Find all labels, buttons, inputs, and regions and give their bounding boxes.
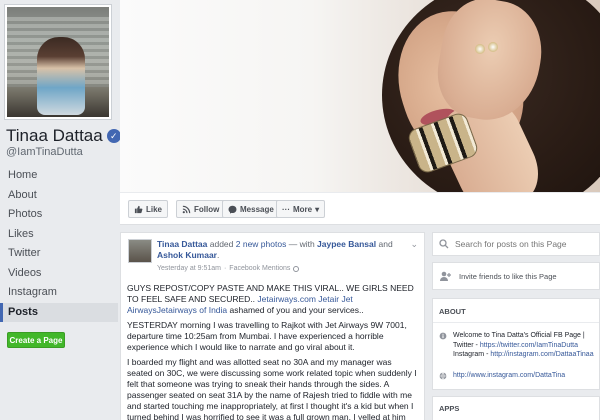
more-button[interactable]: ··· More ▾ [276,200,326,218]
page-nav: Home About Photos Likes Twitter Videos I… [0,166,118,322]
post-card: Tinaa Dattaa added 2 new photos — with J… [120,232,425,420]
nav-item-photos[interactable]: Photos [0,205,118,225]
invite-label: Invite friends to like this Page [459,271,557,281]
dots-icon: ··· [282,204,290,214]
follow-button[interactable]: Follow [176,200,226,218]
post-timestamp[interactable]: Yesterday at 9:51am [157,265,221,272]
apps-box: APPS [432,396,600,420]
post-header-text: — with [286,239,318,249]
about-text-part: Instagram - [453,351,491,358]
post-photos-link[interactable]: 2 new photos [236,239,287,249]
post-header: Tinaa Dattaa added 2 new photos — with J… [157,239,419,261]
about-website-row: http://www.instagram.com/DattaTina [439,371,599,381]
profile-photo-image [7,7,109,117]
profile-picture[interactable] [4,4,112,120]
message-label: Message [240,204,274,214]
nav-item-twitter[interactable]: Twitter [0,244,118,264]
post-paragraph: GUYS REPOST/COPY PASTE AND MAKE THIS VIR… [127,283,419,316]
thumbs-up-icon [134,205,143,213]
about-twitter-link[interactable]: https://twitter.com/IamTinaDutta [480,342,578,349]
nav-item-instagram[interactable]: Instagram [0,283,118,303]
search-icon [439,239,449,249]
like-button[interactable]: Like [128,200,169,218]
cover-ring-shape [488,42,498,52]
post-text: ashamed of you and your services.. [227,305,364,315]
post-search-box [432,232,600,256]
post-paragraph: YESTERDAY morning I was travelling to Ra… [127,320,407,352]
post-paragraph: I boarded my flight and was allotted sea… [127,357,417,420]
page-username[interactable]: @IamTinaDutta [6,146,83,158]
chevron-down-icon: ▾ [315,204,320,214]
about-box: ABOUT Welcome to Tina Datta's Official F… [432,298,600,390]
post-header-text: . [217,250,220,260]
page-title[interactable]: Tinaa Dattaa ✓ [6,126,121,146]
like-label: Like [146,204,163,214]
nav-item-likes[interactable]: Likes [0,225,118,245]
add-friend-icon [440,271,451,281]
post-options-chevron-icon[interactable]: ⌄ [410,239,418,250]
post-tag-link[interactable]: Ashok Kumaar [157,250,217,260]
post-body: GUYS REPOST/COPY PASTE AND MAKE THIS VIR… [127,283,419,420]
profile-photo-figure [37,37,85,115]
nav-item-home[interactable]: Home [0,166,118,186]
message-button[interactable]: Message [222,200,280,218]
page-name[interactable]: Tinaa Dattaa [6,126,103,146]
about-instagram-link[interactable]: http://instagram.com/DattaaTinaa [490,351,593,358]
page-action-bar: Like Follow Message ··· More ▾ [120,193,600,225]
nav-item-about[interactable]: About [0,186,118,206]
post-source[interactable]: Facebook Mentions [229,265,290,272]
post-header-text: added [207,239,236,249]
globe-icon [293,265,300,272]
nav-item-posts[interactable]: Posts [0,302,118,322]
globe-icon [439,372,447,380]
post-author-avatar[interactable] [128,239,152,263]
nav-item-videos[interactable]: Videos [0,264,118,284]
invite-friends-row[interactable]: Invite friends to like this Page [432,262,600,290]
post-meta: Yesterday at 9:51am · Facebook Mentions [157,265,300,272]
apps-heading: APPS [439,404,460,413]
left-sidebar: Tinaa Dattaa ✓ @IamTinaDutta Home About … [0,0,121,420]
more-label: More [293,204,313,214]
messenger-icon [228,205,237,214]
post-tag-link[interactable]: Jaypee Bansal [317,239,376,249]
about-description: Welcome to Tina Datta's Official FB Page… [439,331,599,360]
post-header-text: and [376,239,393,249]
create-page-button[interactable]: Create a Page [7,332,65,348]
verified-badge-icon: ✓ [106,129,121,143]
about-heading: ABOUT [433,299,599,323]
follow-label: Follow [194,204,220,214]
cover-photo[interactable] [120,0,600,192]
post-author-link[interactable]: Tinaa Dattaa [157,239,207,249]
info-icon [439,332,447,340]
post-meta-separator: · [223,265,227,272]
search-input[interactable] [455,239,595,249]
cover-ring-shape [475,44,485,54]
rss-icon [182,205,191,213]
about-text: Welcome to Tina Datta's Official FB Page… [453,331,599,360]
about-website-link[interactable]: http://www.instagram.com/DattaTina [453,371,565,381]
